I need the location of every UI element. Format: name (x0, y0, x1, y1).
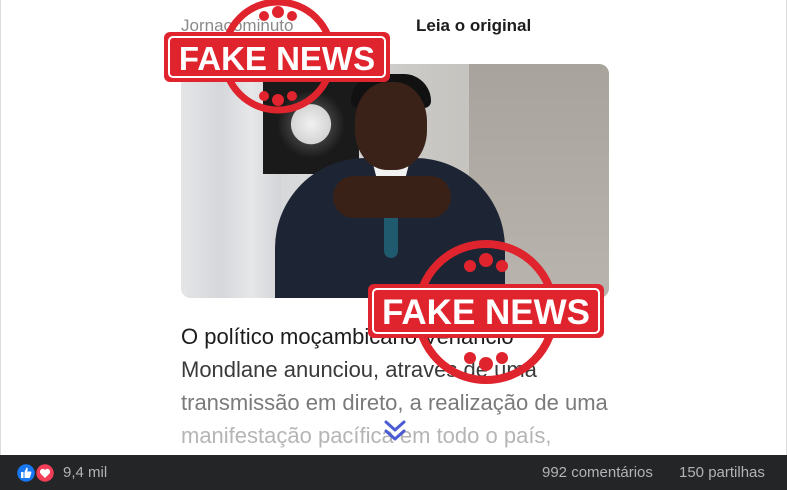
read-original-link: Leia o original (416, 16, 532, 35)
fake-news-stamp: FAKE NEWS (366, 236, 606, 386)
post-footer: 9,4 mil 992 comentários 150 partilhas (0, 455, 787, 490)
reactions-summary[interactable] (15, 462, 59, 484)
like-icon (15, 462, 37, 484)
person-hands (333, 176, 451, 218)
fake-news-label: FAKE NEWS (179, 40, 375, 77)
love-icon (34, 462, 56, 484)
fake-news-stamp: FAKE NEWS (160, 0, 396, 120)
article-line: transmissão em direto, a realização de u… (181, 390, 608, 415)
fake-news-label: FAKE NEWS (382, 293, 590, 332)
post-image-frame[interactable]: Jornaoominuto Leia o original O político… (0, 0, 787, 455)
reaction-count[interactable]: 9,4 mil (63, 464, 107, 481)
shares-count[interactable]: 150 partilhas (679, 464, 765, 481)
comments-count[interactable]: 992 comentários (542, 464, 653, 481)
frame-border-left (0, 0, 1, 455)
expand-chevron-icon[interactable] (381, 418, 409, 444)
